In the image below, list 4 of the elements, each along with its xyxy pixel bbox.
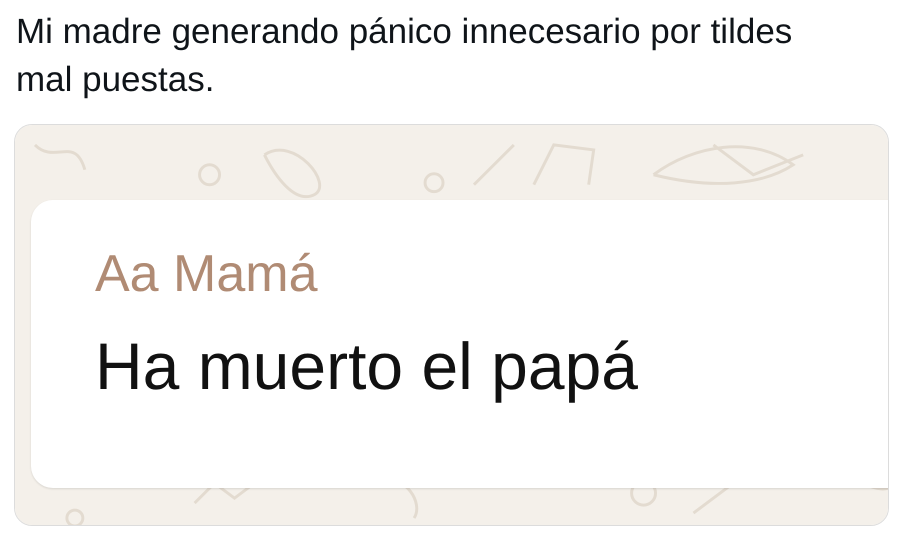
chat-screenshot[interactable]: Aa Mamá Ha muerto el papá	[14, 124, 889, 526]
message-text: Ha muerto el papá	[95, 328, 638, 405]
sender-name: Aa Mamá	[95, 244, 318, 304]
tweet-text: Mi madre generando pánico innecesario por tildes mal puestas.	[15, 11, 794, 101]
